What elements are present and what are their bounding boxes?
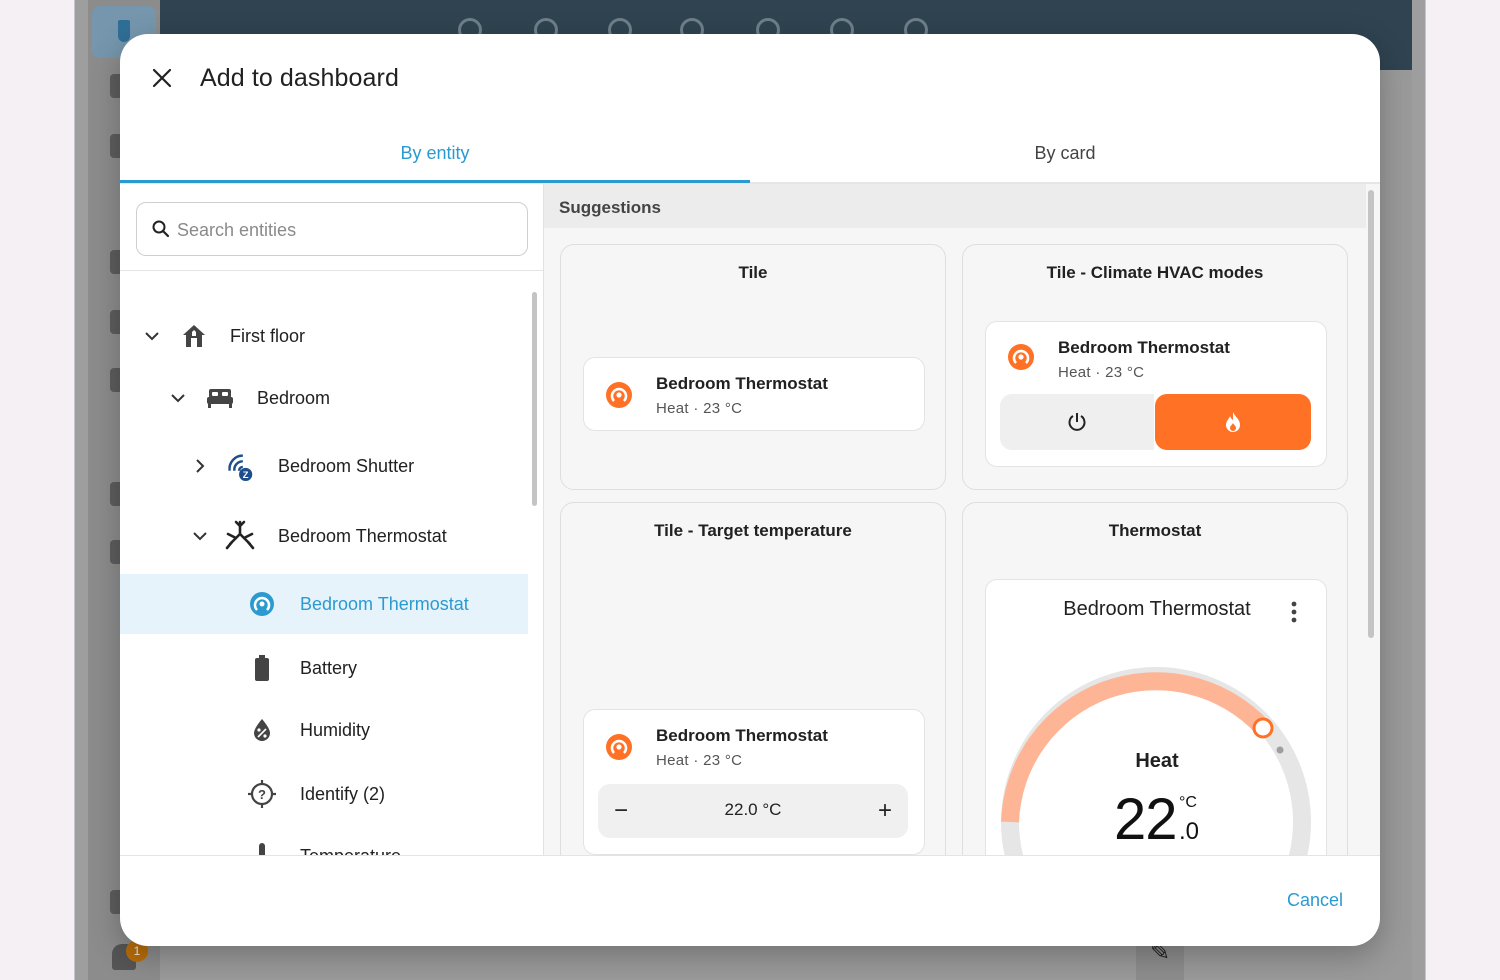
tree-item-label: First floor <box>230 325 306 346</box>
tree-item-label: Bedroom Thermostat <box>300 593 469 614</box>
tile-name: Bedroom Thermostat <box>1058 338 1230 357</box>
power-icon <box>1068 413 1086 431</box>
tree-item-temperature[interactable]: Temperature <box>120 826 528 856</box>
tree-item-label: Humidity <box>300 719 371 740</box>
tree-item-first-floor[interactable]: First floor <box>120 306 528 366</box>
tile-name: Bedroom Thermostat <box>656 726 828 745</box>
tree-item-bedroom[interactable]: Bedroom <box>120 368 528 428</box>
tab-by-entity[interactable]: By entity <box>120 130 750 182</box>
tree-scrollbar[interactable] <box>532 292 537 506</box>
thermostat-temperature: 22 <box>1114 787 1178 852</box>
card-title: Tile - Climate HVAC modes <box>1046 263 1264 282</box>
footer-divider <box>120 855 1380 856</box>
battery-icon <box>246 652 278 684</box>
hvac-off-button[interactable] <box>1000 394 1154 450</box>
target-temperature-value: 22.0 °C <box>724 800 782 819</box>
tree-item-label: Bedroom Thermostat <box>278 525 447 546</box>
tile-preview: Bedroom Thermostat Heat · 23 °C − 22.0 °… <box>583 709 925 855</box>
tile-name: Bedroom Thermostat <box>656 374 828 393</box>
divider <box>120 270 543 271</box>
target-temperature-stepper: − 22.0 °C + <box>598 784 908 838</box>
tile-preview: Bedroom Thermostat Heat · 23 °C <box>583 357 925 431</box>
thermostat-preview: Bedroom Thermostat Heat 22 °C .0 <box>985 579 1327 856</box>
zwave-icon: Z <box>224 450 256 482</box>
search-box[interactable] <box>136 202 528 256</box>
tab-bar: By entity By card <box>120 130 1380 184</box>
tree-item-label: Battery <box>300 657 358 678</box>
tile-preview: Bedroom Thermostat Heat · 23 °C <box>985 321 1327 467</box>
suggestion-card-thermostat[interactable]: Thermostat Bedroom Thermostat Heat 22 °C… <box>962 502 1348 856</box>
tree-item-thermostat-entity[interactable]: Bedroom Thermostat <box>120 574 528 634</box>
chevron-down-icon[interactable] <box>168 388 188 408</box>
tree-item-battery[interactable]: Battery <box>120 638 528 698</box>
tile-state: Heat · 23 °C <box>1058 364 1145 381</box>
thermostat-icon <box>246 588 278 620</box>
suggestion-card-hvac-modes[interactable]: Tile - Climate HVAC modes Bedroom Thermo… <box>962 244 1348 490</box>
active-tab-indicator <box>120 180 750 183</box>
entity-tree-panel: First floor Bedroom Z Bedroom Shutter <box>120 184 544 856</box>
thermostat-mode: Heat <box>1135 750 1179 772</box>
suggestion-card-tile[interactable]: Tile Bedroom Thermostat Heat · 23 °C <box>560 244 946 490</box>
cancel-button[interactable]: Cancel <box>1260 882 1370 918</box>
thermostat-decimal: .0 <box>1179 818 1200 845</box>
chevron-right-icon[interactable] <box>190 456 210 476</box>
water-percent-icon <box>246 714 278 746</box>
card-title: Tile - Target temperature <box>654 521 852 540</box>
search-input[interactable] <box>177 215 497 245</box>
tree-item-humidity[interactable]: Humidity <box>120 700 528 760</box>
decrease-button[interactable]: − <box>604 794 638 828</box>
svg-text:?: ? <box>258 787 266 802</box>
bed-icon <box>204 382 236 414</box>
dialog-title: Add to dashboard <box>200 64 399 92</box>
card-title: Thermostat <box>1108 521 1202 540</box>
tab-by-card[interactable]: By card <box>750 130 1380 182</box>
tree-item-bedroom-thermostat-device[interactable]: Bedroom Thermostat <box>120 506 528 566</box>
suggestions-header: Suggestions <box>544 184 1366 228</box>
tree-item-label: Bedroom Shutter <box>278 455 415 476</box>
svg-text:Z: Z <box>243 469 249 480</box>
close-icon <box>152 68 172 88</box>
thermostat-icon <box>1008 344 1034 370</box>
chevron-down-icon[interactable] <box>190 526 210 546</box>
tree-item-identify[interactable]: ? Identify (2) <box>120 764 528 824</box>
thermostat-icon <box>606 382 632 408</box>
suggestions-panel: Suggestions Tile Bedroom Thermostat Heat… <box>544 184 1380 856</box>
tree-item-label: Identify (2) <box>300 783 386 804</box>
add-to-dashboard-dialog: Add to dashboard By entity By card First… <box>120 34 1380 946</box>
suggestion-card-target-temperature[interactable]: Tile - Target temperature Bedroom Thermo… <box>560 502 946 856</box>
tile-state: Heat · 23 °C <box>656 400 743 417</box>
tree-item-bedroom-shutter[interactable]: Z Bedroom Shutter <box>120 436 528 496</box>
target-handle[interactable] <box>1252 717 1274 739</box>
card-title: Tile <box>738 263 768 282</box>
hvac-heat-button[interactable] <box>1155 394 1311 450</box>
close-button[interactable] <box>146 62 178 94</box>
tile-state: Heat · 23 °C <box>656 752 743 769</box>
thermostat-icon <box>606 734 632 760</box>
thermostat-unit: °C <box>1179 794 1197 811</box>
tree-item-label: Bedroom <box>257 387 331 408</box>
home-floor-icon <box>178 320 210 352</box>
hvac-mode-buttons <box>1000 394 1312 450</box>
fire-icon <box>1226 412 1240 432</box>
snowflake-sun-icon <box>224 520 256 552</box>
crosshairs-question-icon: ? <box>246 778 278 810</box>
chevron-down-icon[interactable] <box>142 326 162 346</box>
search-icon <box>152 220 170 238</box>
increase-button[interactable]: + <box>868 794 902 828</box>
suggestions-scrollbar[interactable] <box>1368 190 1374 638</box>
thermometer-icon <box>246 840 278 856</box>
